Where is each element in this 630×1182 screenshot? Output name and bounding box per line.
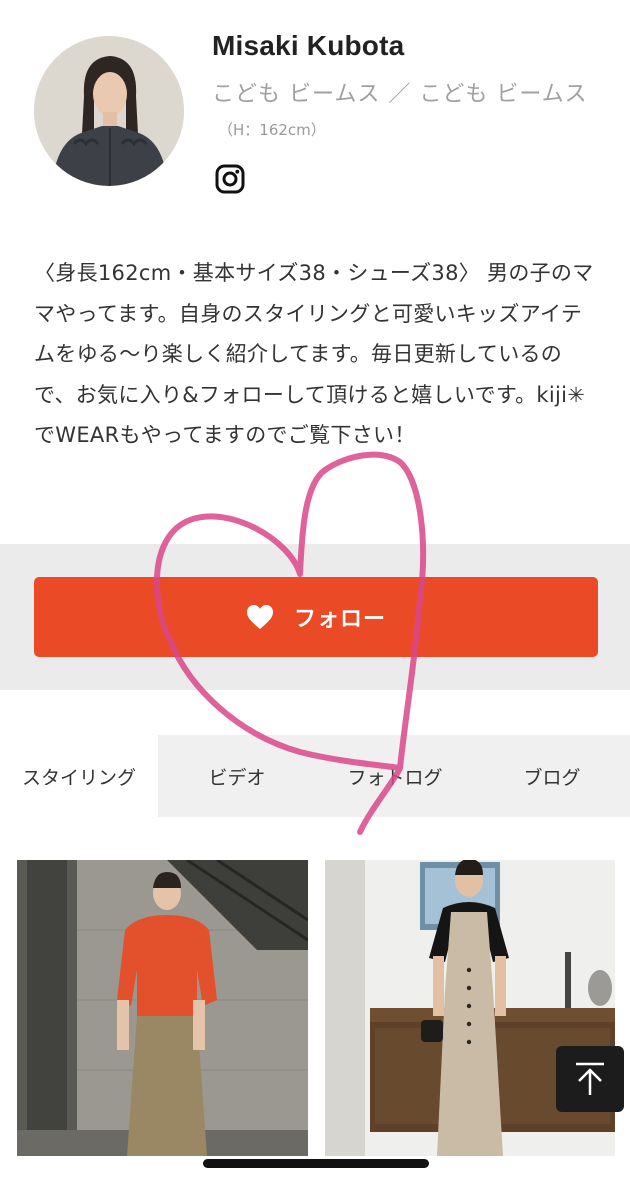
home-indicator[interactable] [203, 1159, 429, 1168]
heart-icon [246, 605, 273, 629]
profile-page: Misaki Kubota こども ビームス ／ こども ビームス （H：162… [0, 0, 630, 1182]
scroll-to-top-button[interactable] [556, 1046, 624, 1112]
styling-photo[interactable] [17, 860, 308, 1156]
tab-styling[interactable]: スタイリング [0, 735, 158, 817]
tab-label: スタイリング [21, 766, 136, 789]
tab-label: ブログ [523, 766, 581, 789]
follow-label: フォロー [293, 607, 386, 632]
tab-bar: スタイリング ビデオ フォトログ ブログ [0, 735, 630, 817]
tab-photolog[interactable]: フォトログ [316, 735, 474, 817]
tab-video[interactable]: ビデオ [158, 735, 316, 817]
instagram-icon[interactable] [214, 163, 246, 195]
profile-bio: 〈身長162cm・基本サイズ38・シューズ38〉 男の子のママやってます。自身の… [34, 261, 594, 447]
follow-button[interactable]: フォロー [34, 577, 598, 657]
avatar[interactable] [34, 36, 184, 186]
arrow-up-to-top-icon [576, 1062, 604, 1095]
profile-name: Misaki Kubota [212, 30, 405, 61]
tab-label: フォトログ [347, 766, 443, 789]
profile-height: （H：162cm） [218, 121, 326, 139]
tab-blog[interactable]: ブログ [474, 735, 630, 817]
shop-name[interactable]: こども ビームス ／ こども ビームス [212, 76, 588, 108]
tab-label: ビデオ [208, 766, 266, 789]
